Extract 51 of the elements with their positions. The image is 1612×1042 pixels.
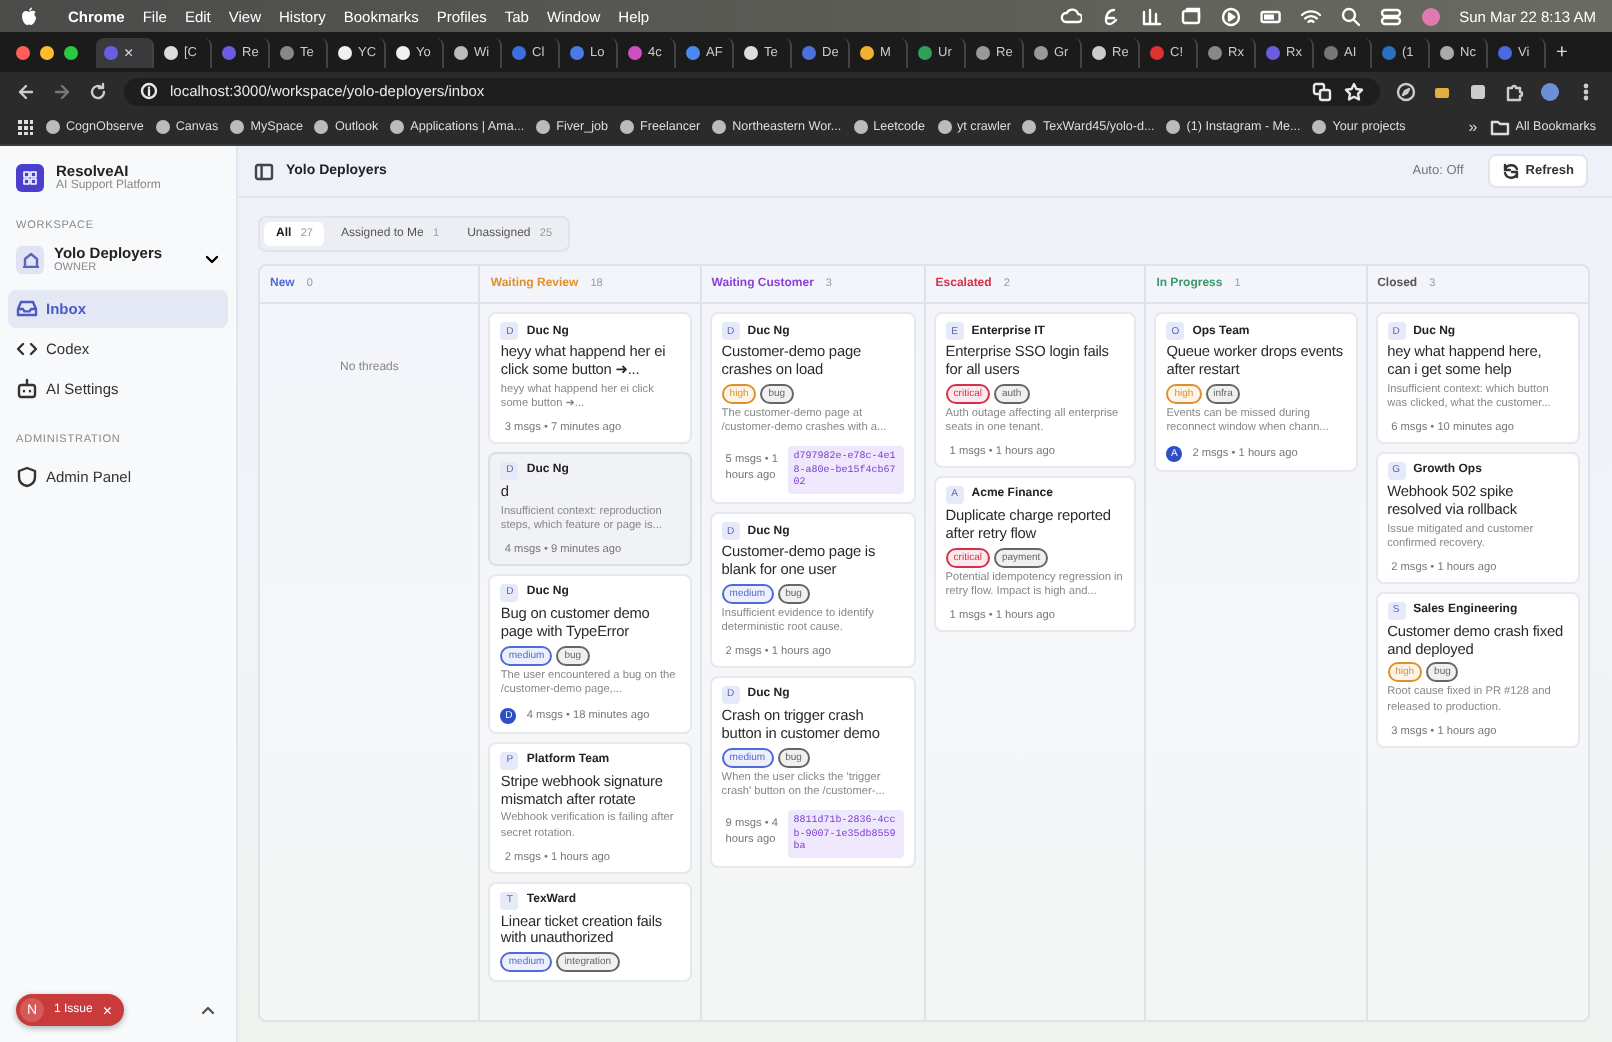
puzzle-icon[interactable]: [1504, 81, 1524, 101]
close-window-icon[interactable]: [16, 45, 30, 59]
browser-tab[interactable]: ×: [96, 37, 154, 67]
cloud-icon[interactable]: [1059, 5, 1082, 27]
favicon-icon: [230, 120, 245, 134]
window-icon[interactable]: [1179, 5, 1202, 27]
star-icon[interactable]: [1344, 81, 1364, 101]
bars-icon[interactable]: [1139, 5, 1162, 27]
favicon-icon: [536, 120, 551, 134]
compass-icon[interactable]: [1396, 81, 1416, 101]
forward-icon[interactable]: [52, 81, 72, 101]
favicon-icon: [46, 120, 60, 134]
robot-icon: [16, 378, 38, 400]
zoom-window-icon[interactable]: [64, 45, 78, 59]
favicon-icon: [620, 120, 635, 134]
favicon-icon: [1312, 120, 1327, 134]
favicon-icon: [155, 120, 170, 134]
favicon-icon: [314, 120, 329, 134]
folder-icon: [1489, 118, 1510, 136]
battery-icon[interactable]: [1259, 5, 1282, 27]
wifi-icon[interactable]: [1299, 5, 1322, 27]
favicon-icon: [712, 120, 727, 134]
app-icon[interactable]: [1468, 81, 1488, 101]
favicon-icon: [1166, 120, 1181, 134]
shield-icon: [16, 466, 38, 488]
reload-icon[interactable]: [88, 81, 108, 101]
sidebar-toggle-icon[interactable]: [254, 161, 274, 181]
control-center-icon[interactable]: [1379, 5, 1402, 27]
new-tab-button[interactable]: +: [1556, 41, 1568, 63]
minimize-window-icon[interactable]: [40, 45, 54, 59]
chevron-up-icon[interactable]: [200, 1004, 216, 1016]
search-icon[interactable]: [1339, 5, 1362, 27]
play-circle-icon[interactable]: [1219, 5, 1242, 27]
translate-icon[interactable]: [1312, 81, 1332, 101]
site-info-icon: [140, 82, 158, 100]
code-icon: [16, 338, 38, 360]
favicon-icon: [390, 120, 405, 134]
favicon-icon: [937, 120, 952, 134]
logo-icon: [16, 163, 44, 191]
inbox-icon: [16, 298, 38, 320]
chevron-down-icon: [204, 253, 220, 265]
favicon-icon: [853, 120, 868, 134]
refresh-icon: [1501, 162, 1520, 180]
apps-grid-icon[interactable]: [16, 118, 34, 136]
back-icon[interactable]: [16, 81, 36, 101]
avatar-icon[interactable]: [1540, 81, 1560, 101]
apple-logo-icon[interactable]: [20, 6, 38, 26]
favicon-icon: [1022, 120, 1037, 134]
close-icon[interactable]: ×: [102, 1001, 113, 1019]
more-bookmarks-button[interactable]: »: [1468, 118, 1478, 136]
close-icon[interactable]: ×: [124, 43, 134, 61]
